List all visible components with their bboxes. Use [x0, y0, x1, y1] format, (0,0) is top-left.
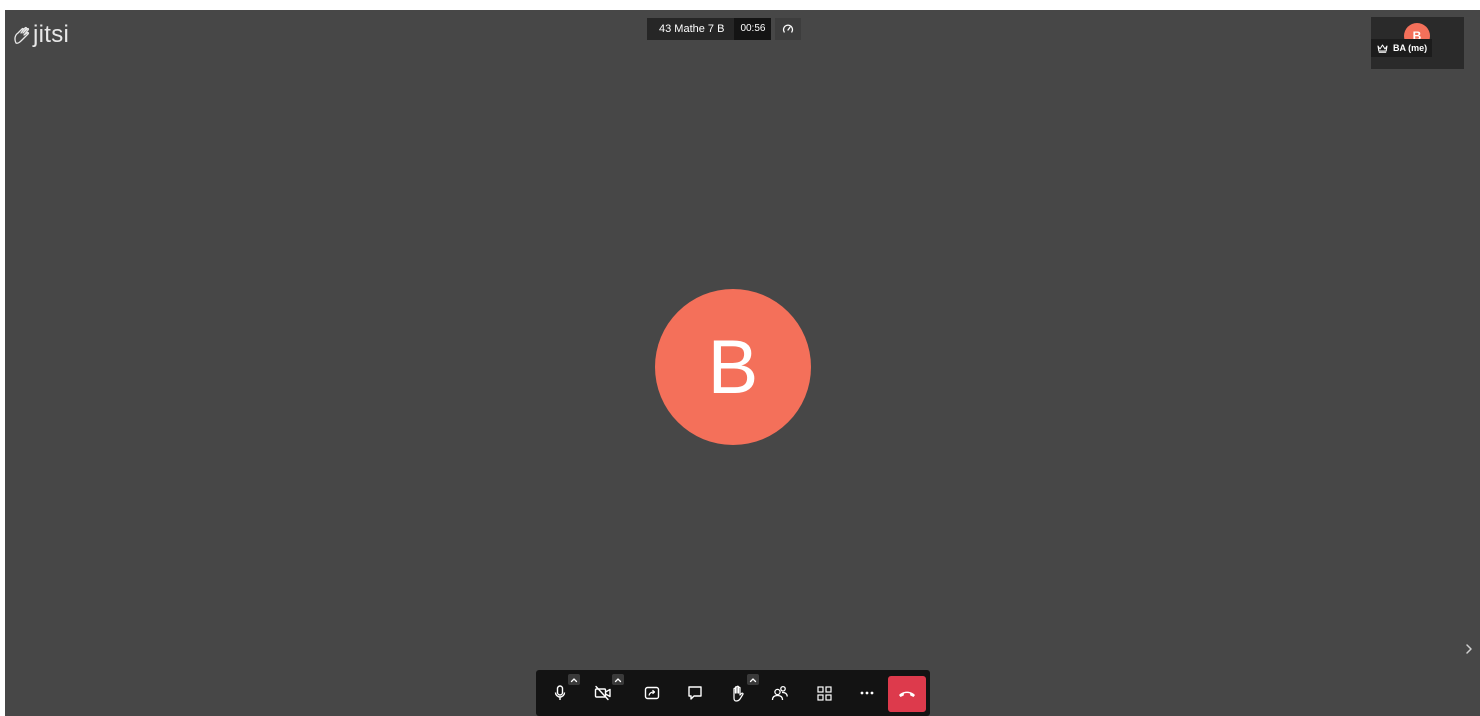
display-name: BA (me) [1393, 43, 1428, 53]
main-participant-avatar: B [655, 289, 811, 445]
video-options-caret[interactable] [612, 674, 624, 685]
main-toolbar [536, 670, 930, 716]
hangup-icon [899, 691, 915, 697]
logo-text: jitsi [33, 21, 70, 48]
screen-share-button[interactable] [638, 677, 666, 709]
chat-button[interactable] [681, 677, 709, 709]
more-actions-button[interactable] [853, 677, 881, 709]
participants-button[interactable] [766, 677, 794, 709]
raise-hand-icon [733, 685, 744, 702]
meeting-timer: 00:56 [734, 18, 772, 40]
reactions-caret[interactable] [747, 674, 759, 685]
subject-bar: 43 Mathe 7 B 00:56 [647, 18, 802, 40]
hangup-button[interactable] [888, 676, 926, 712]
chevron-up-icon [749, 677, 757, 682]
jitsi-logo[interactable]: jitsi [12, 23, 69, 47]
audio-options-caret[interactable] [568, 674, 580, 685]
tile-view-icon [816, 685, 832, 701]
screen-share-icon [644, 686, 660, 700]
chat-icon [688, 686, 702, 700]
local-video-thumbnail[interactable]: B BA (me) [1371, 17, 1464, 69]
chevron-right-icon[interactable] [1464, 642, 1474, 656]
crown-icon [1377, 44, 1388, 53]
conference-stage: jitsi 43 Mathe 7 B 00:56 B B BA (me) [5, 10, 1480, 716]
chevron-up-icon [570, 677, 578, 682]
connection-gauge-icon [783, 24, 794, 33]
meeting-subject: 43 Mathe 7 B [647, 18, 735, 40]
more-actions-icon [860, 691, 874, 695]
display-name-label: BA (me) [1371, 39, 1433, 57]
jitsi-hand-icon [14, 26, 30, 44]
tile-view-button[interactable] [810, 677, 838, 709]
chevron-up-icon [614, 677, 622, 682]
participants-icon [771, 685, 788, 701]
microphone-icon [554, 685, 566, 700]
camera-off-icon [594, 685, 611, 701]
connection-indicator[interactable] [775, 18, 802, 40]
